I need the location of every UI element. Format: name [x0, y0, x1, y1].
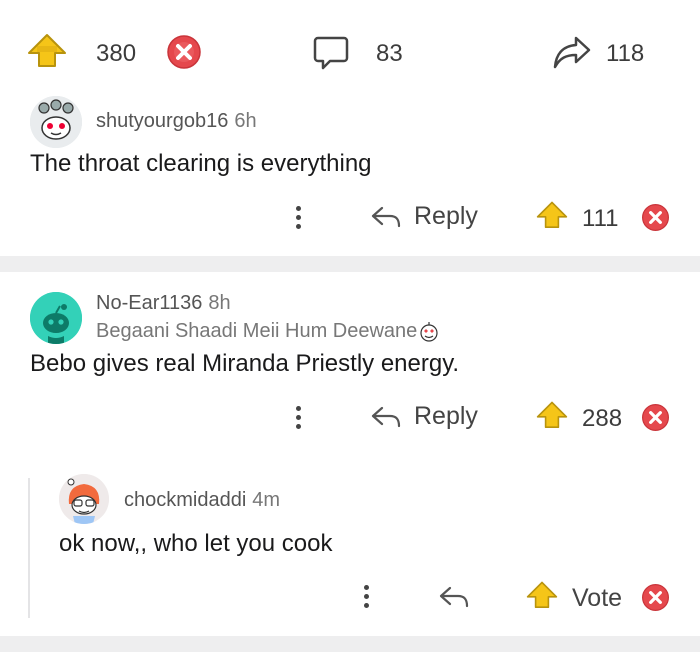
- comment-body: Bebo gives real Miranda Priestly energy.: [30, 350, 460, 377]
- avatar[interactable]: [30, 96, 82, 148]
- upvote-icon: [28, 34, 66, 67]
- comment-time: 4m: [252, 489, 281, 511]
- reply-button[interactable]: Reply: [370, 202, 478, 231]
- upvote-icon: [536, 201, 568, 228]
- comment-upvote-button[interactable]: [535, 400, 569, 432]
- upvote-button[interactable]: [26, 32, 68, 72]
- avatar[interactable]: [30, 292, 82, 344]
- comment-author[interactable]: shutyourgob16 6h: [96, 110, 257, 133]
- downvote-icon: [642, 404, 669, 431]
- upvote-icon: [526, 581, 558, 608]
- more-options-icon[interactable]: [293, 406, 303, 432]
- comment-time: 8h: [208, 292, 231, 314]
- comment-body: The throat clearing is everything: [30, 150, 372, 177]
- reply-arrow-icon: [371, 206, 401, 227]
- comment-author[interactable]: chockmidaddi 4m: [124, 489, 280, 512]
- downvote-button[interactable]: [166, 34, 202, 70]
- vote-label: Vote: [572, 584, 623, 612]
- reply-button[interactable]: Reply: [370, 402, 478, 431]
- heart-eyes-emoji-icon: [420, 321, 438, 342]
- comment-vote-count: 288: [582, 405, 623, 432]
- comment-body: ok now,, who let you cook: [59, 530, 333, 557]
- comment-vote-count: 111: [582, 205, 619, 232]
- thread-line[interactable]: [28, 478, 30, 618]
- comment-downvote-button[interactable]: [641, 203, 670, 232]
- reply-arrow-icon: [371, 406, 401, 427]
- snoo-avatar-icon: [59, 474, 109, 524]
- post-comment-count: 83: [376, 40, 403, 67]
- comment-downvote-button[interactable]: [641, 403, 670, 432]
- comment-time: 6h: [234, 110, 257, 132]
- share-icon: [553, 36, 591, 69]
- comment-upvote-button[interactable]: [535, 200, 569, 232]
- reply-arrow-icon: [439, 586, 469, 608]
- downvote-icon: [167, 35, 201, 69]
- reply-label: Reply: [414, 402, 478, 430]
- post-share-count: 118: [606, 40, 645, 67]
- comment-divider: [0, 636, 700, 652]
- snoo-avatar-icon: [30, 292, 82, 344]
- more-options-icon[interactable]: [361, 585, 371, 611]
- reply-label: Reply: [414, 202, 478, 230]
- downvote-icon: [642, 584, 669, 611]
- comment-upvote-button[interactable]: [525, 580, 559, 612]
- post-upvote-count: 380: [96, 40, 137, 67]
- avatar[interactable]: [59, 474, 109, 524]
- snoo-avatar-icon: [30, 96, 82, 148]
- username[interactable]: shutyourgob16: [96, 110, 228, 132]
- reply-button[interactable]: [438, 584, 470, 610]
- username[interactable]: No-Ear1136: [96, 292, 202, 314]
- comments-button[interactable]: [312, 34, 350, 72]
- more-options-icon[interactable]: [293, 206, 303, 232]
- upvote-icon: [536, 401, 568, 428]
- comment-author[interactable]: No-Ear1136 8h: [96, 292, 231, 315]
- comment-bubble-icon: [313, 36, 349, 70]
- flair-text: Begaani Shaadi Meii Hum Deewane: [96, 320, 418, 342]
- downvote-icon: [642, 204, 669, 231]
- share-button[interactable]: [552, 34, 592, 72]
- user-flair: Begaani Shaadi Meii Hum Deewane: [96, 320, 440, 343]
- comment-downvote-button[interactable]: [641, 583, 670, 612]
- comment-divider: [0, 256, 700, 272]
- username[interactable]: chockmidaddi: [124, 489, 246, 511]
